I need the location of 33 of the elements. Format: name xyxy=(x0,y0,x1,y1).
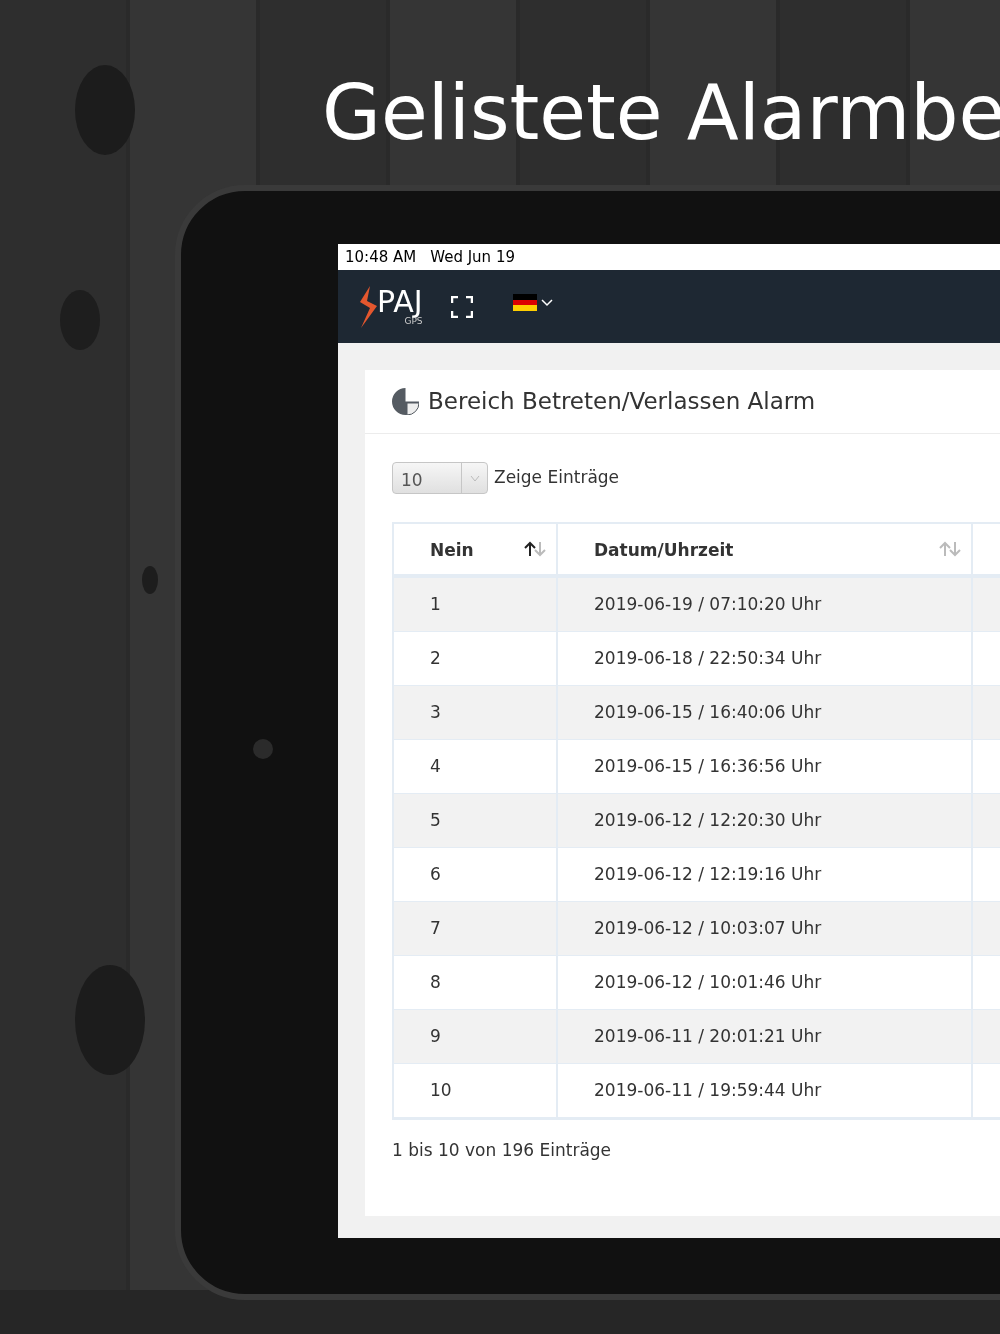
table-cell-text: 2 xyxy=(430,646,441,670)
table-cell-text: 5 xyxy=(430,808,441,832)
table-cell-text: 2019-06-12 / 12:19:16 Uhr xyxy=(594,862,822,886)
fullscreen-icon[interactable] xyxy=(450,295,473,318)
sort-icon[interactable] xyxy=(524,541,546,557)
table-cell-text: 10 xyxy=(430,1078,452,1102)
table-info: 1 bis 10 von 196 Einträge xyxy=(392,1139,613,1162)
status-date: Wed Jun 19 xyxy=(430,246,515,268)
table-cell-text: 2019-06-11 / 19:59:44 Uhr xyxy=(594,1078,822,1102)
table-cell-text: 2019-06-12 / 10:01:46 Uhr xyxy=(594,970,822,994)
table-cell-text: 2019-06-12 / 10:03:07 Uhr xyxy=(594,916,822,940)
column-header[interactable]: Nein xyxy=(394,524,558,574)
status-time: 10:48 AM xyxy=(345,246,417,268)
table-cell-text: 3 xyxy=(430,700,441,724)
language-dropdown[interactable] xyxy=(512,294,553,311)
table-cell-text: 8 xyxy=(430,970,441,994)
entries-select[interactable]: 10 xyxy=(392,462,488,494)
table-cell-text: 2019-06-11 / 20:01:21 Uhr xyxy=(594,1024,822,1048)
table-cell-text: 2019-06-18 / 22:50:34 Uhr xyxy=(594,646,822,670)
table-cell-text: 6 xyxy=(430,862,441,886)
column-header[interactable]: Datum/Uhrzeit xyxy=(558,524,973,574)
entries-label: Zeige Einträge xyxy=(494,466,620,490)
table-cell-text: 2019-06-12 / 12:20:30 Uhr xyxy=(594,808,822,832)
table-cell-text: 9 xyxy=(430,1024,441,1048)
table-cell-text: 7 xyxy=(430,916,441,940)
table-cell-text: 1 xyxy=(430,592,441,616)
table-cell-text: 4 xyxy=(430,754,441,778)
card-title: Bereich Betreten/Verlassen Alarm xyxy=(428,387,816,417)
table-cell-text: 2019-06-15 / 16:40:06 Uhr xyxy=(594,700,822,724)
paj-logo[interactable]: PAJ GPS xyxy=(358,285,423,328)
table-cell-text: 2019-06-15 / 16:36:56 Uhr xyxy=(594,754,822,778)
pie-chart-icon xyxy=(392,388,419,415)
table-cell-text: 2019-06-19 / 07:10:20 Uhr xyxy=(594,592,822,616)
